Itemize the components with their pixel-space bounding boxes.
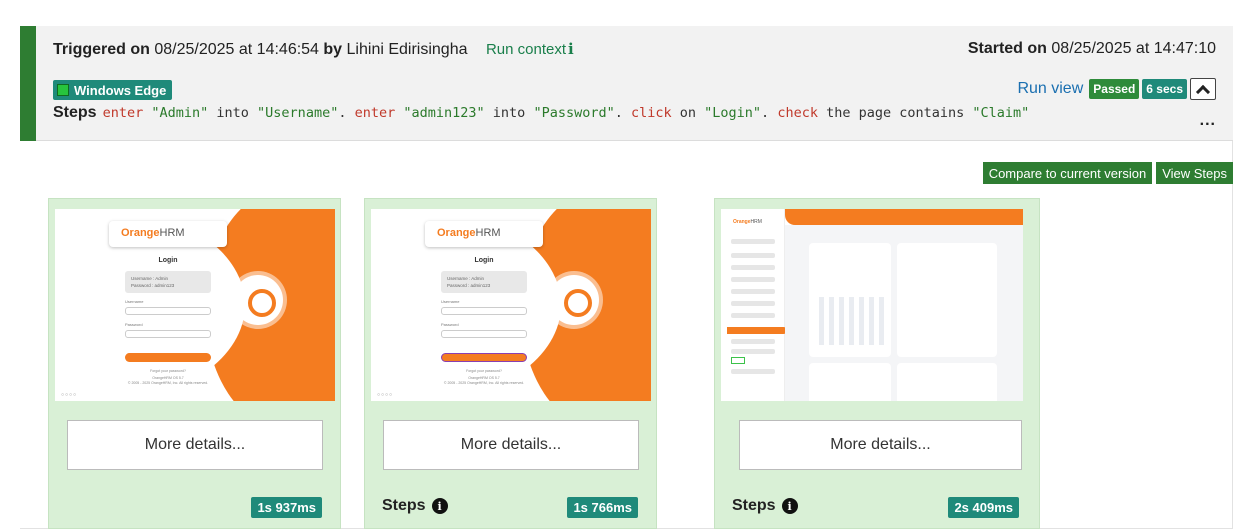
step-card-3: OrangeHRM More details... Steps i 2s 409…: [714, 198, 1040, 529]
by-label: by: [323, 41, 343, 58]
run-view-group: Run view Passed 6 secs: [1017, 78, 1216, 100]
run-view-link[interactable]: Run view: [1017, 80, 1083, 98]
step-argument: "admin123": [403, 105, 485, 121]
started-info: Started on 08/25/2025 at 14:47:10: [968, 40, 1216, 58]
compare-version-button[interactable]: Compare to current version: [982, 162, 1153, 184]
step-keyword: enter: [102, 105, 144, 121]
screenshot-thumbnail[interactable]: OrangeHRM Login Username : Admin Password…: [371, 209, 651, 401]
run-context-label: Run context: [485, 41, 566, 58]
step-keyword: click: [630, 105, 672, 121]
run-context-link[interactable]: Run context i: [485, 40, 574, 58]
step-duration-badge: 1s 937ms: [251, 497, 322, 518]
more-details-button[interactable]: More details...: [739, 420, 1022, 470]
step-keyword: enter: [354, 105, 396, 121]
collapse-button[interactable]: [1190, 78, 1216, 100]
info-icon[interactable]: i: [781, 498, 798, 514]
orangehrm-logo: OrangeHRM: [425, 221, 543, 247]
status-badge: Passed: [1089, 79, 1140, 99]
step-argument: "Username": [257, 105, 339, 121]
action-buttons: Compare to current version View Steps: [982, 162, 1233, 184]
step-duration-badge: 1s 766ms: [567, 497, 638, 518]
browser-badge: Windows Edge: [53, 80, 173, 100]
ellipsis-icon[interactable]: ...: [1200, 112, 1216, 130]
status-accent-bar: [20, 26, 36, 141]
step-text: into: [484, 105, 534, 121]
card-steps-label: Steps i: [732, 497, 798, 515]
view-steps-button[interactable]: View Steps: [1156, 162, 1233, 184]
triggered-datetime: 08/25/2025 at 14:46:54: [154, 41, 319, 58]
more-details-button[interactable]: More details...: [67, 420, 323, 470]
card-steps-label: Steps i: [382, 497, 448, 515]
step-keyword: check: [777, 105, 818, 121]
step-text: .: [614, 105, 631, 121]
started-label: Started on: [967, 40, 1047, 57]
step-text: the page contains: [817, 105, 973, 121]
screenshot-thumbnail[interactable]: OrangeHRM Login Username : Admin Password…: [55, 209, 335, 401]
orangehrm-logo: OrangeHRM: [109, 221, 227, 247]
run-header: Triggered on 08/25/2025 at 14:46:54 by L…: [36, 26, 1233, 141]
step-card-1: OrangeHRM Login Username : Admin Password…: [48, 198, 341, 529]
triggered-info: Triggered on 08/25/2025 at 14:46:54 by L…: [53, 40, 574, 59]
steps-summary: Steps enter "Admin" into "Username". ente…: [53, 104, 1029, 122]
step-text: on: [671, 105, 705, 121]
info-icon: i: [568, 40, 574, 58]
step-argument: "Admin": [151, 105, 209, 121]
info-icon[interactable]: i: [431, 498, 448, 514]
more-details-button[interactable]: More details...: [383, 420, 639, 470]
step-argument: "Claim": [972, 105, 1030, 121]
steps-code: enter "Admin" into "Username". enter "ad…: [103, 105, 1030, 121]
screenshot-thumbnail[interactable]: OrangeHRM: [721, 209, 1023, 401]
step-duration-badge: 2s 409ms: [948, 497, 1019, 518]
step-text: .: [338, 105, 355, 121]
triggered-label: Triggered on: [53, 41, 150, 58]
steps-label: Steps: [53, 104, 97, 121]
step-text: into: [208, 105, 258, 121]
step-argument: "Password": [533, 105, 615, 121]
step-argument: "Login": [704, 105, 762, 121]
windows-icon: [57, 84, 69, 96]
step-card-2: OrangeHRM Login Username : Admin Password…: [364, 198, 657, 529]
triggered-user: Lihini Edirisingha: [346, 41, 468, 58]
started-datetime: 08/25/2025 at 14:47:10: [1051, 40, 1216, 57]
chevron-up-icon: [1195, 84, 1211, 99]
duration-badge: 6 secs: [1142, 79, 1187, 99]
browser-badge-label: Windows Edge: [74, 82, 167, 98]
step-text: .: [761, 105, 778, 121]
